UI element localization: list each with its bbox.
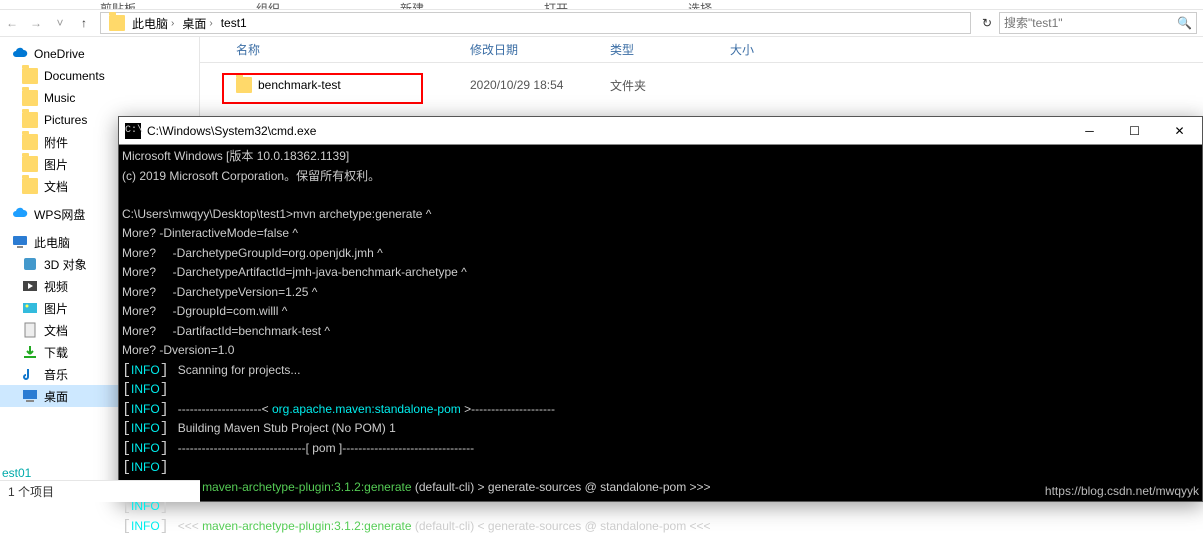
desktop-icon: [22, 388, 38, 404]
table-row[interactable]: benchmark-test 2020/10/29 18:54 文件夹: [200, 73, 1203, 97]
folder-icon: [109, 15, 125, 31]
3d-icon: [22, 256, 38, 272]
folder-icon: [22, 134, 38, 150]
recent-button[interactable]: ˅: [48, 11, 72, 35]
col-type[interactable]: 类型: [600, 41, 720, 58]
video-icon: [22, 278, 38, 294]
pictures-icon: [22, 300, 38, 316]
col-date[interactable]: 修改日期: [460, 41, 600, 58]
chevron-right-icon: ›: [171, 18, 174, 29]
chevron-right-icon: ›: [209, 18, 212, 29]
crumb-pc[interactable]: 此电脑: [132, 15, 168, 32]
maximize-button[interactable]: ☐: [1112, 117, 1157, 145]
menu-item[interactable]: 新建: [400, 0, 424, 9]
music-icon: [22, 366, 38, 382]
address-bar: ← → ˅ ↑ 此电脑› 桌面› test1 ↻ 🔍: [0, 9, 1203, 37]
crumb-desktop[interactable]: 桌面: [182, 15, 206, 32]
cmd-window: C:\ C:\Windows\System32\cmd.exe ─ ☐ ✕ Mi…: [118, 116, 1203, 502]
close-button[interactable]: ✕: [1157, 117, 1202, 145]
sidebar-item[interactable]: Documents: [0, 65, 199, 87]
col-size[interactable]: 大小: [720, 41, 800, 58]
search-icon[interactable]: 🔍: [1177, 16, 1192, 30]
breadcrumb[interactable]: 此电脑› 桌面› test1: [100, 12, 971, 34]
menu-item[interactable]: 组织: [256, 0, 280, 9]
sidebar-onedrive[interactable]: OneDrive: [0, 43, 199, 65]
file-date: 2020/10/29 18:54: [460, 78, 600, 92]
forward-button: →: [24, 11, 48, 35]
status-bar: 1 个项目: [0, 480, 200, 502]
folder-icon: [22, 178, 38, 194]
cmd-titlebar[interactable]: C:\ C:\Windows\System32\cmd.exe ─ ☐ ✕: [119, 117, 1202, 145]
search-input[interactable]: [1004, 16, 1177, 30]
up-button[interactable]: ↑: [72, 11, 96, 35]
pc-icon: [12, 234, 28, 250]
column-headers[interactable]: 名称 修改日期 类型 大小: [200, 37, 1203, 63]
col-name[interactable]: 名称: [200, 41, 460, 58]
file-name: benchmark-test: [258, 78, 341, 92]
footer-text: est01: [0, 466, 31, 480]
cloud-icon: [12, 46, 28, 62]
folder-icon: [236, 77, 252, 93]
folder-icon: [22, 112, 38, 128]
menu-item[interactable]: 选择: [688, 0, 712, 9]
menu-item[interactable]: 剪贴板: [100, 0, 136, 9]
menu-item[interactable]: 打开: [544, 0, 568, 9]
cloud-icon: [12, 206, 28, 222]
crumb-folder[interactable]: test1: [221, 16, 247, 30]
file-type: 文件夹: [600, 77, 720, 94]
folder-icon: [22, 68, 38, 84]
documents-icon: [22, 322, 38, 338]
minimize-button[interactable]: ─: [1067, 117, 1112, 145]
folder-icon: [22, 156, 38, 172]
back-button[interactable]: ←: [0, 11, 24, 35]
cmd-title: C:\Windows\System32\cmd.exe: [147, 124, 1067, 138]
watermark: https://blog.csdn.net/mwqyyk: [1045, 484, 1199, 498]
cmd-output[interactable]: Microsoft Windows [版本 10.0.18362.1139] (…: [119, 145, 1202, 536]
sidebar-item[interactable]: Music: [0, 87, 199, 109]
downloads-icon: [22, 344, 38, 360]
cmd-icon: C:\: [125, 123, 141, 139]
menu-bar: 剪贴板 组织 新建 打开 选择: [0, 0, 1203, 9]
refresh-button[interactable]: ↻: [975, 16, 999, 30]
folder-icon: [22, 90, 38, 106]
search-box[interactable]: 🔍: [999, 12, 1197, 34]
